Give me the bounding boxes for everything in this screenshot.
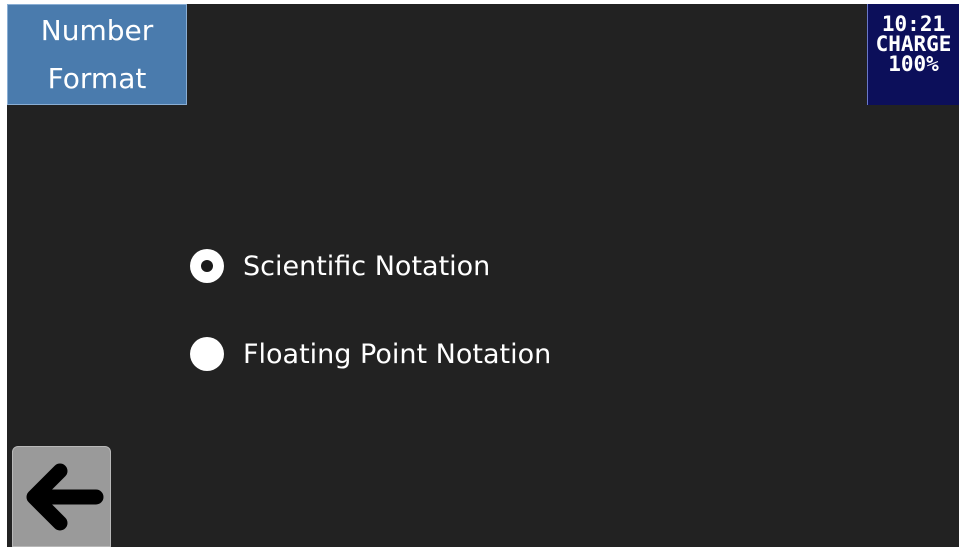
radio-selected-dot <box>201 260 213 272</box>
page-title: Number Format <box>7 4 187 105</box>
page-title-line-1: Number <box>40 14 154 47</box>
scientific-notation-radio[interactable] <box>190 249 224 283</box>
floating-point-notation-option[interactable]: Floating Point Notation <box>190 334 551 374</box>
scientific-notation-label[interactable]: Scientific Notation <box>243 251 490 282</box>
charge-level: 100% <box>888 52 939 76</box>
floating-point-notation-radio[interactable] <box>190 337 224 371</box>
arrow-left-icon <box>26 463 103 530</box>
charge-label: CHARGE <box>875 32 952 56</box>
floating-point-notation-label[interactable]: Floating Point Notation <box>243 339 551 370</box>
status-indicator: 10:21 CHARGE 100% <box>867 4 959 105</box>
page-title-line-2: Format <box>47 62 147 95</box>
back-button[interactable] <box>12 446 111 547</box>
clock-time: 10:21 <box>881 12 946 36</box>
scientific-notation-option[interactable]: Scientific Notation <box>190 246 490 286</box>
number-format-screen: Number Format 10:21 CHARGE 100% Scientif… <box>7 4 959 547</box>
